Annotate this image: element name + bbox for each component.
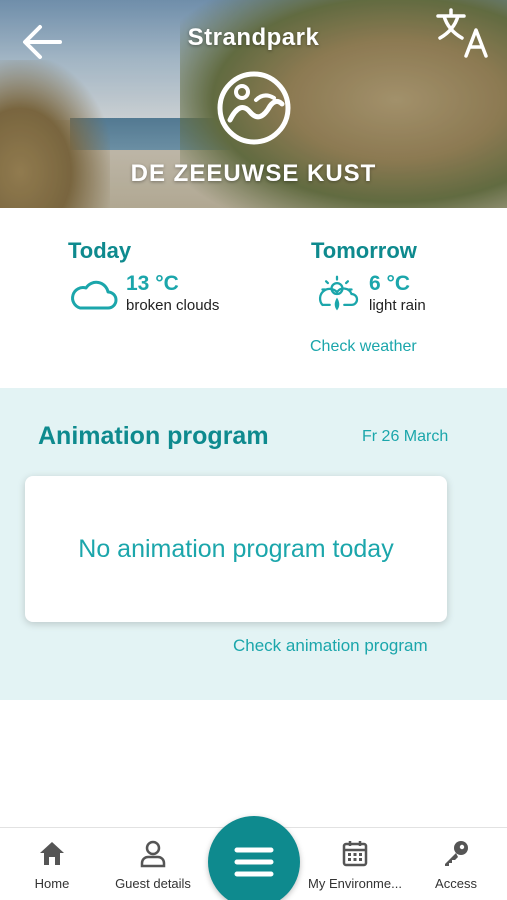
cloud-icon (71, 280, 118, 310)
user-icon (140, 840, 166, 868)
menu-button[interactable] (208, 816, 300, 900)
check-animation-link[interactable]: Check animation program (233, 636, 428, 656)
nav-home-label: Home (34, 876, 70, 891)
animation-card: No animation program today (25, 476, 447, 622)
animation-date: Fr 26 March (362, 428, 449, 445)
logo-text: DE ZEEUWSE KUST (130, 160, 377, 187)
weather-tomorrow-heading: Tomorrow (311, 238, 417, 263)
weather-today-description: broken clouds (126, 297, 220, 314)
nav-access[interactable]: Access (426, 828, 486, 900)
animation-empty-message: No animation program today (78, 534, 394, 563)
calendar-icon (342, 841, 368, 867)
nav-guest-details-label: Guest details (115, 876, 191, 891)
sun-cloud-rain-icon (318, 275, 359, 311)
weather-tomorrow: Tomorrow 6 °C light rain (311, 238, 426, 316)
nav-my-environment[interactable]: My Environme... (300, 828, 410, 900)
weather-tomorrow-temp: 6 °C (369, 272, 411, 295)
weather-section: Today 13 °C broken clouds Tomorrow 6 °C … (0, 208, 507, 388)
nav-access-label: Access (435, 876, 477, 891)
menu-icon (234, 847, 274, 877)
animation-title: Animation program (38, 422, 269, 450)
animation-section: Animation program Fr 26 March No animati… (0, 388, 507, 700)
translate-icon (436, 8, 488, 58)
weather-today: Today 13 °C broken clouds (68, 238, 219, 316)
home-icon (40, 842, 64, 865)
weather-today-heading: Today (68, 238, 132, 263)
nav-my-environment-label: My Environme... (308, 876, 402, 891)
translate-button[interactable] (434, 6, 494, 60)
page-title: Strandpark (187, 24, 320, 51)
check-weather-link[interactable]: Check weather (310, 338, 417, 356)
nav-home[interactable]: Home (22, 828, 82, 900)
weather-tomorrow-description: light rain (369, 297, 426, 314)
header-hero: Strandpark DE ZEEUWSE KUST (0, 0, 507, 208)
key-icon (445, 841, 468, 866)
weather-today-temp: 13 °C (126, 272, 179, 295)
nav-guest-details[interactable]: Guest details (108, 828, 198, 900)
zeeuwse-kust-logo-icon (217, 71, 291, 145)
